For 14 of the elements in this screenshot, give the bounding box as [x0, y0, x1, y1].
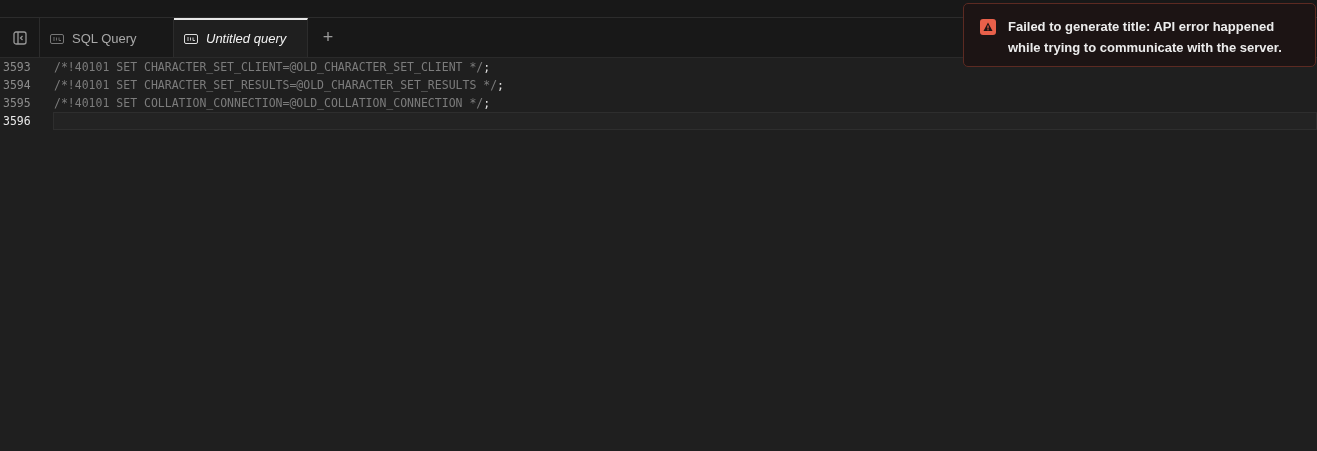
sidebar-toggle-icon: [12, 30, 27, 45]
warning-icon: [980, 19, 996, 35]
line-number: 3594: [2, 78, 32, 92]
code-line: /*!40101 SET CHARACTER_SET_RESULTS=@OLD_CHARACTER_SET_RESULTS */;: [53, 77, 506, 94]
file-icon: [184, 33, 198, 44]
line-number: 3595: [2, 96, 32, 110]
line-number: 3596: [2, 114, 32, 128]
file-icon: [50, 33, 64, 44]
new-tab-button[interactable]: +: [308, 18, 348, 57]
line-number: 3593: [2, 60, 32, 74]
code-line: /*!40101 SET CHARACTER_SET_CLIENT=@OLD_CHARACTER_SET_CLIENT */;: [53, 59, 492, 76]
query-tab[interactable]: Untitled query: [174, 18, 308, 57]
code-line: /*!40101 SET COLLATION_CONNECTION=@OLD_COLLATION_CONNECTION */;: [53, 95, 492, 112]
toast-message: Failed to generate title: API error happened while trying to communicate with the server.: [1008, 18, 1283, 57]
